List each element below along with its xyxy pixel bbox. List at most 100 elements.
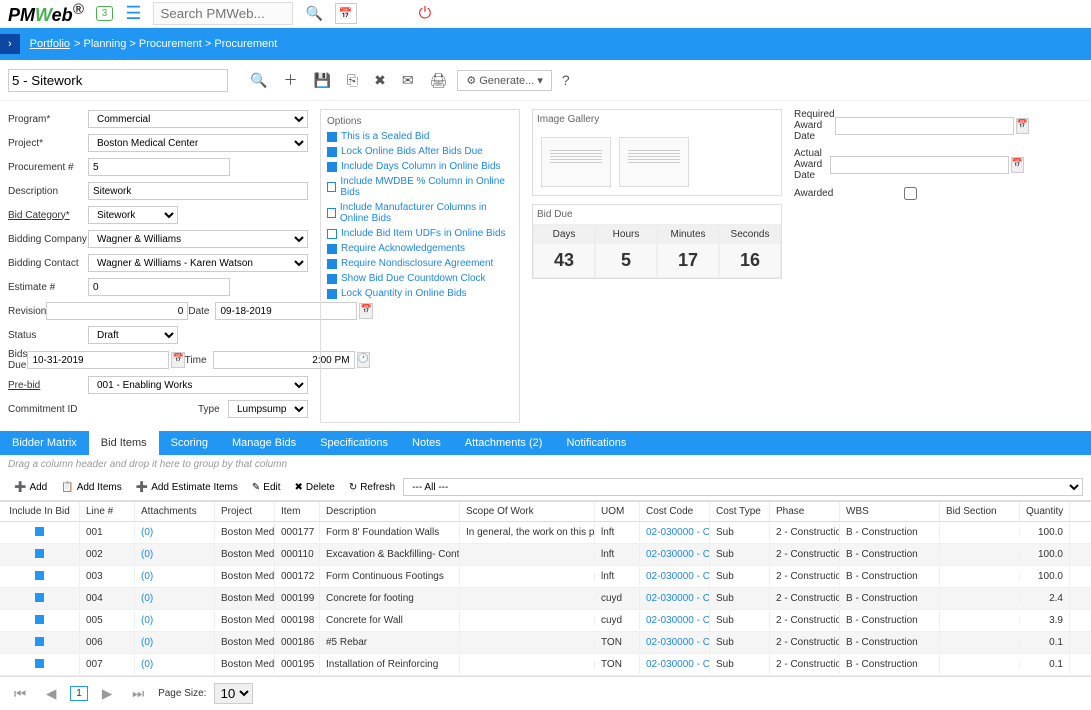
tab-notes[interactable]: Notes — [400, 431, 453, 455]
option-row[interactable]: Require Nondisclosure Agreement — [327, 258, 513, 269]
checkbox-icon[interactable] — [327, 147, 337, 157]
checkbox-icon[interactable] — [327, 259, 337, 269]
costcode-link[interactable]: 02-030000 - Concr — [640, 567, 710, 586]
grid-filter-select[interactable]: --- All --- — [403, 478, 1083, 496]
grid-addestimate-button[interactable]: ➕Add Estimate Items — [130, 479, 244, 496]
bc-arrow-icon[interactable]: › — [0, 34, 20, 54]
checkbox-icon[interactable] — [327, 162, 337, 172]
checkbox-icon[interactable] — [327, 289, 337, 299]
actual-award-date-input[interactable] — [830, 156, 1009, 174]
tab-attachments-[interactable]: Attachments (2) — [453, 431, 555, 455]
awarded-checkbox[interactable] — [904, 187, 917, 200]
include-checkbox[interactable] — [35, 637, 44, 646]
tab-bidder-matrix[interactable]: Bidder Matrix — [0, 431, 89, 455]
add-icon[interactable]: ＋ — [277, 66, 303, 94]
save-icon[interactable]: 💾 — [307, 68, 336, 93]
checkbox-icon[interactable] — [327, 208, 336, 218]
act-cal-icon[interactable]: 📅 — [1011, 157, 1024, 173]
costcode-link[interactable]: 02-030000 - Concr — [640, 523, 710, 542]
option-row[interactable]: Lock Quantity in Online Bids — [327, 288, 513, 299]
tab-notifications[interactable]: Notifications — [554, 431, 638, 455]
search-icon[interactable]: 🔍 — [305, 5, 322, 22]
attachments-link[interactable]: (0) — [135, 611, 215, 630]
pager-first-icon[interactable]: ⏮ — [8, 684, 32, 704]
attachments-link[interactable]: (0) — [135, 633, 215, 652]
checkbox-icon[interactable] — [327, 244, 337, 254]
grid-additems-button[interactable]: 📋Add Items — [55, 479, 127, 496]
grid-add-button[interactable]: ➕Add — [8, 479, 53, 496]
option-row[interactable]: Include Manufacturer Columns in Online B… — [327, 202, 513, 224]
attachments-link[interactable]: (0) — [135, 545, 215, 564]
bidcompany-select[interactable]: Wagner & Williams — [88, 230, 308, 248]
checkbox-icon[interactable] — [327, 182, 336, 192]
attachments-link[interactable]: (0) — [135, 523, 215, 542]
table-row[interactable]: 003(0)Boston Medica000172Form Continuous… — [0, 566, 1091, 588]
project-select[interactable]: Boston Medical Center — [88, 134, 308, 152]
table-row[interactable]: 006(0)Boston Medica000186#5 RebarTON02-0… — [0, 632, 1091, 654]
option-row[interactable]: Include Days Column in Online Bids — [327, 161, 513, 172]
table-row[interactable]: 004(0)Boston Medica000199Concrete for fo… — [0, 588, 1091, 610]
attachments-link[interactable]: (0) — [135, 655, 215, 674]
option-row[interactable]: Require Acknowledgements — [327, 243, 513, 254]
program-select[interactable]: Commercial — [88, 110, 308, 128]
table-row[interactable]: 001(0)Boston Medica000177Form 8' Foundat… — [0, 522, 1091, 544]
costcode-link[interactable]: 02-030000 - Concrete — [640, 589, 710, 608]
costcode-link[interactable]: 02-030000 - Concr — [640, 655, 710, 674]
table-row[interactable]: 005(0)Boston Medica000198Concrete for Wa… — [0, 610, 1091, 632]
page-size-select[interactable]: 10 — [214, 683, 253, 704]
generate-button[interactable]: ⚙ Generate... ▾ — [457, 70, 552, 91]
option-row[interactable]: Lock Online Bids After Bids Due — [327, 146, 513, 157]
prebid-select[interactable]: 001 - Enabling Works — [88, 376, 308, 394]
email-icon[interactable]: ✉ — [396, 68, 420, 93]
checkbox-icon[interactable] — [327, 274, 337, 284]
record-selector[interactable] — [8, 69, 228, 92]
checkbox-icon[interactable] — [327, 229, 337, 239]
grid-edit-button[interactable]: ✎Edit — [246, 479, 287, 496]
bidcontact-select[interactable]: Wagner & Williams - Karen Watson — [88, 254, 308, 272]
grid-delete-button[interactable]: ✖Delete — [289, 479, 341, 496]
shield-badge[interactable]: 3 — [96, 6, 114, 21]
gallery-thumb[interactable] — [619, 137, 689, 187]
type-select[interactable]: Lumpsump — [228, 400, 308, 418]
menu-icon[interactable]: ☰ — [125, 3, 141, 24]
costcode-link[interactable]: 02-030000 - Concrete — [640, 633, 710, 652]
include-checkbox[interactable] — [35, 527, 44, 536]
description-input[interactable] — [88, 182, 308, 200]
required-award-date-input[interactable] — [835, 117, 1014, 135]
calendar-icon[interactable]: 📅 — [335, 3, 357, 24]
bidsdue-cal-icon[interactable]: 📅 — [171, 352, 184, 368]
saveexit-icon[interactable]: ⎘ — [341, 68, 364, 93]
bc-portfolio[interactable]: Portfolio — [30, 38, 70, 50]
estimate-input[interactable] — [88, 278, 230, 296]
option-row[interactable]: This is a Sealed Bid — [327, 131, 513, 142]
help-icon[interactable]: ? — [556, 68, 576, 92]
gallery-thumb[interactable] — [541, 137, 611, 187]
include-checkbox[interactable] — [35, 549, 44, 558]
costcode-link[interactable]: 02-030000 - Concr — [640, 611, 710, 630]
tab-specifications[interactable]: Specifications — [308, 431, 400, 455]
costcode-link[interactable]: 02-030000 - Concrete — [640, 545, 710, 564]
option-row[interactable]: Show Bid Due Countdown Clock — [327, 273, 513, 284]
delete-icon[interactable]: ✖ — [368, 68, 392, 93]
include-checkbox[interactable] — [35, 659, 44, 668]
include-checkbox[interactable] — [35, 615, 44, 624]
revision-input[interactable] — [46, 302, 188, 320]
tab-scoring[interactable]: Scoring — [159, 431, 220, 455]
tab-manage-bids[interactable]: Manage Bids — [220, 431, 308, 455]
status-select[interactable]: Draft — [88, 326, 178, 344]
pager-prev-icon[interactable]: ◀ — [40, 684, 62, 704]
include-checkbox[interactable] — [35, 593, 44, 602]
bidsdue-input[interactable] — [27, 351, 169, 369]
find-icon[interactable]: 🔍 — [244, 68, 273, 93]
table-row[interactable]: 002(0)Boston Medica000110Excavation & Ba… — [0, 544, 1091, 566]
power-icon[interactable]: ⏻ — [419, 5, 432, 23]
option-row[interactable]: Include Bid Item UDFs in Online Bids — [327, 228, 513, 239]
req-cal-icon[interactable]: 📅 — [1016, 118, 1029, 134]
checkbox-icon[interactable] — [327, 132, 337, 142]
attachments-link[interactable]: (0) — [135, 589, 215, 608]
table-row[interactable]: 007(0)Boston Medica000195Installation of… — [0, 654, 1091, 676]
grid-refresh-button[interactable]: ↻Refresh — [343, 479, 401, 496]
print-icon[interactable]: 🖨 — [424, 68, 454, 93]
bidcategory-select[interactable]: Sitework — [88, 206, 178, 224]
pager-last-icon[interactable]: ⏭ — [126, 684, 150, 704]
